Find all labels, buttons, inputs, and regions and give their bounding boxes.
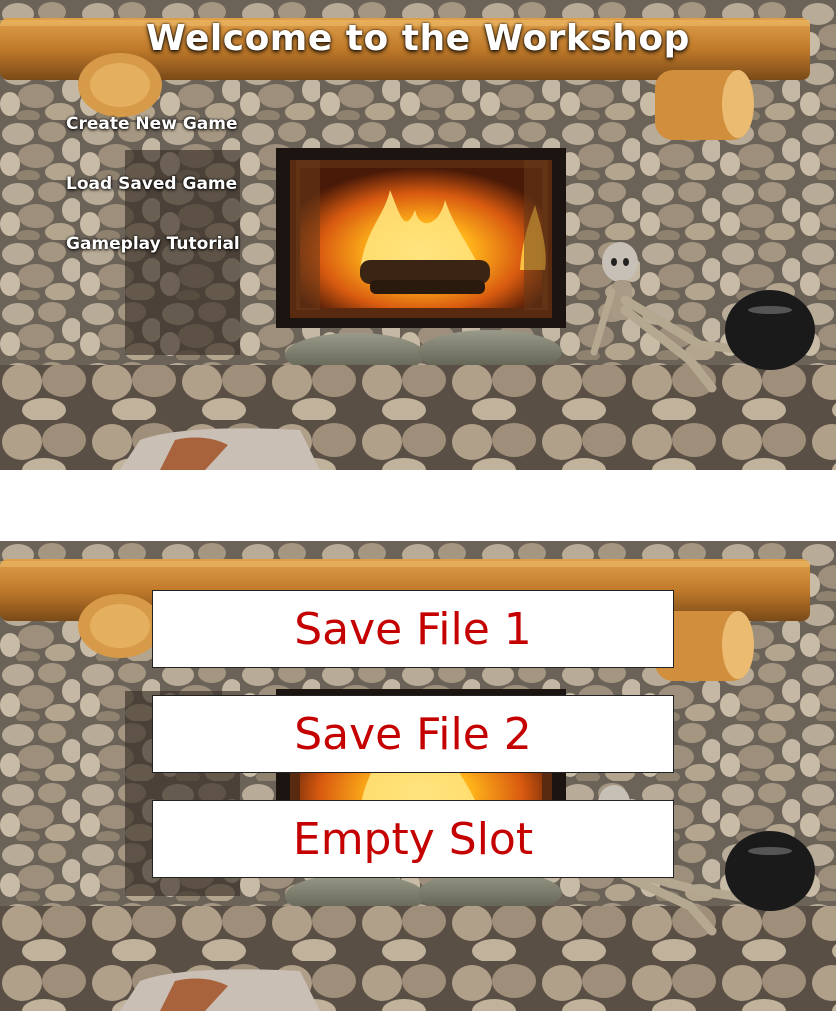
welcome-title: Welcome to the Workshop (146, 18, 690, 59)
save-file-1-slot[interactable]: Save File 1 (152, 590, 674, 668)
empty-slot[interactable]: Empty Slot (152, 800, 674, 878)
gameplay-tutorial-button[interactable]: Gameplay Tutorial (66, 234, 240, 254)
create-new-game-button[interactable]: Create New Game (66, 114, 238, 134)
load-game-screen: Save File 1 Save File 2 Empty Slot (0, 541, 836, 1011)
save-file-2-slot[interactable]: Save File 2 (152, 695, 674, 773)
main-menu-screen: Welcome to the Workshop Create New Game … (0, 0, 836, 470)
load-saved-game-button[interactable]: Load Saved Game (66, 174, 237, 194)
